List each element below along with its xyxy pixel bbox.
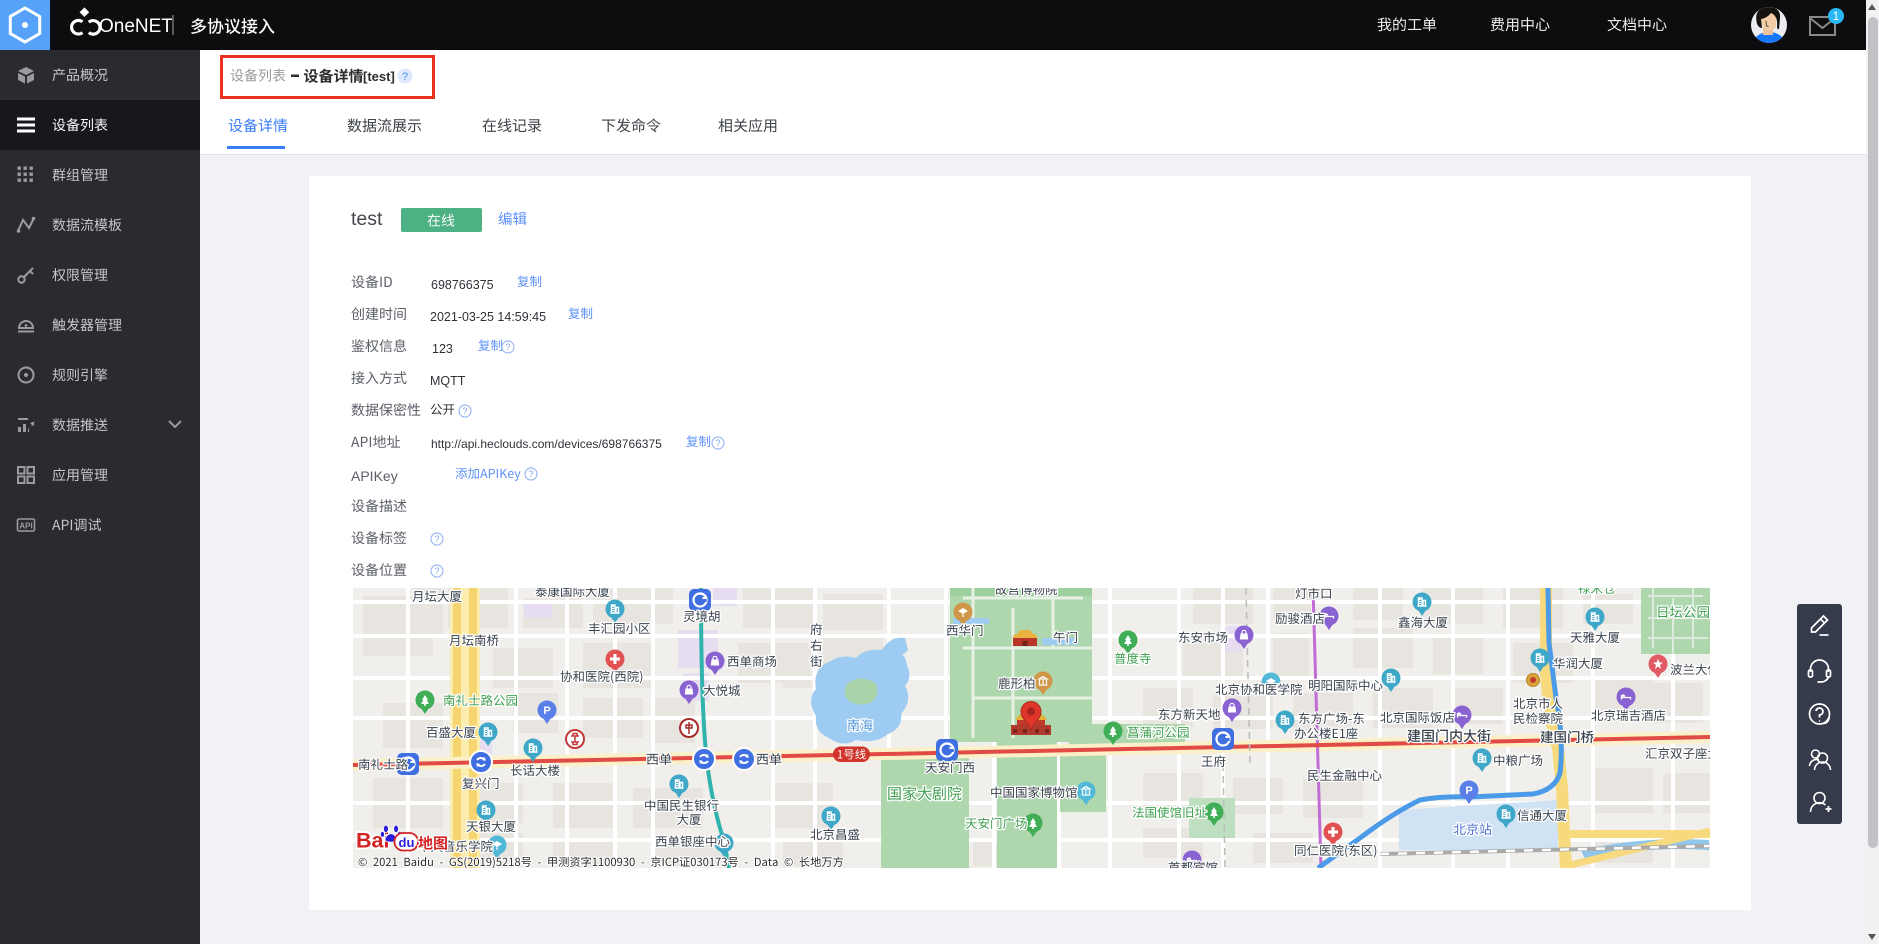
- svg-text:du: du: [399, 835, 415, 850]
- svg-text:?: ?: [715, 438, 720, 448]
- svg-text:?: ?: [462, 406, 467, 416]
- svg-text:?: ?: [402, 71, 408, 83]
- svg-text:?: ?: [434, 534, 439, 544]
- svg-text:1: 1: [1833, 9, 1840, 23]
- svg-text:?: ?: [434, 566, 439, 576]
- svg-text:?: ?: [505, 342, 510, 352]
- svg-text:API: API: [19, 522, 32, 531]
- svg-text:?: ?: [528, 469, 533, 479]
